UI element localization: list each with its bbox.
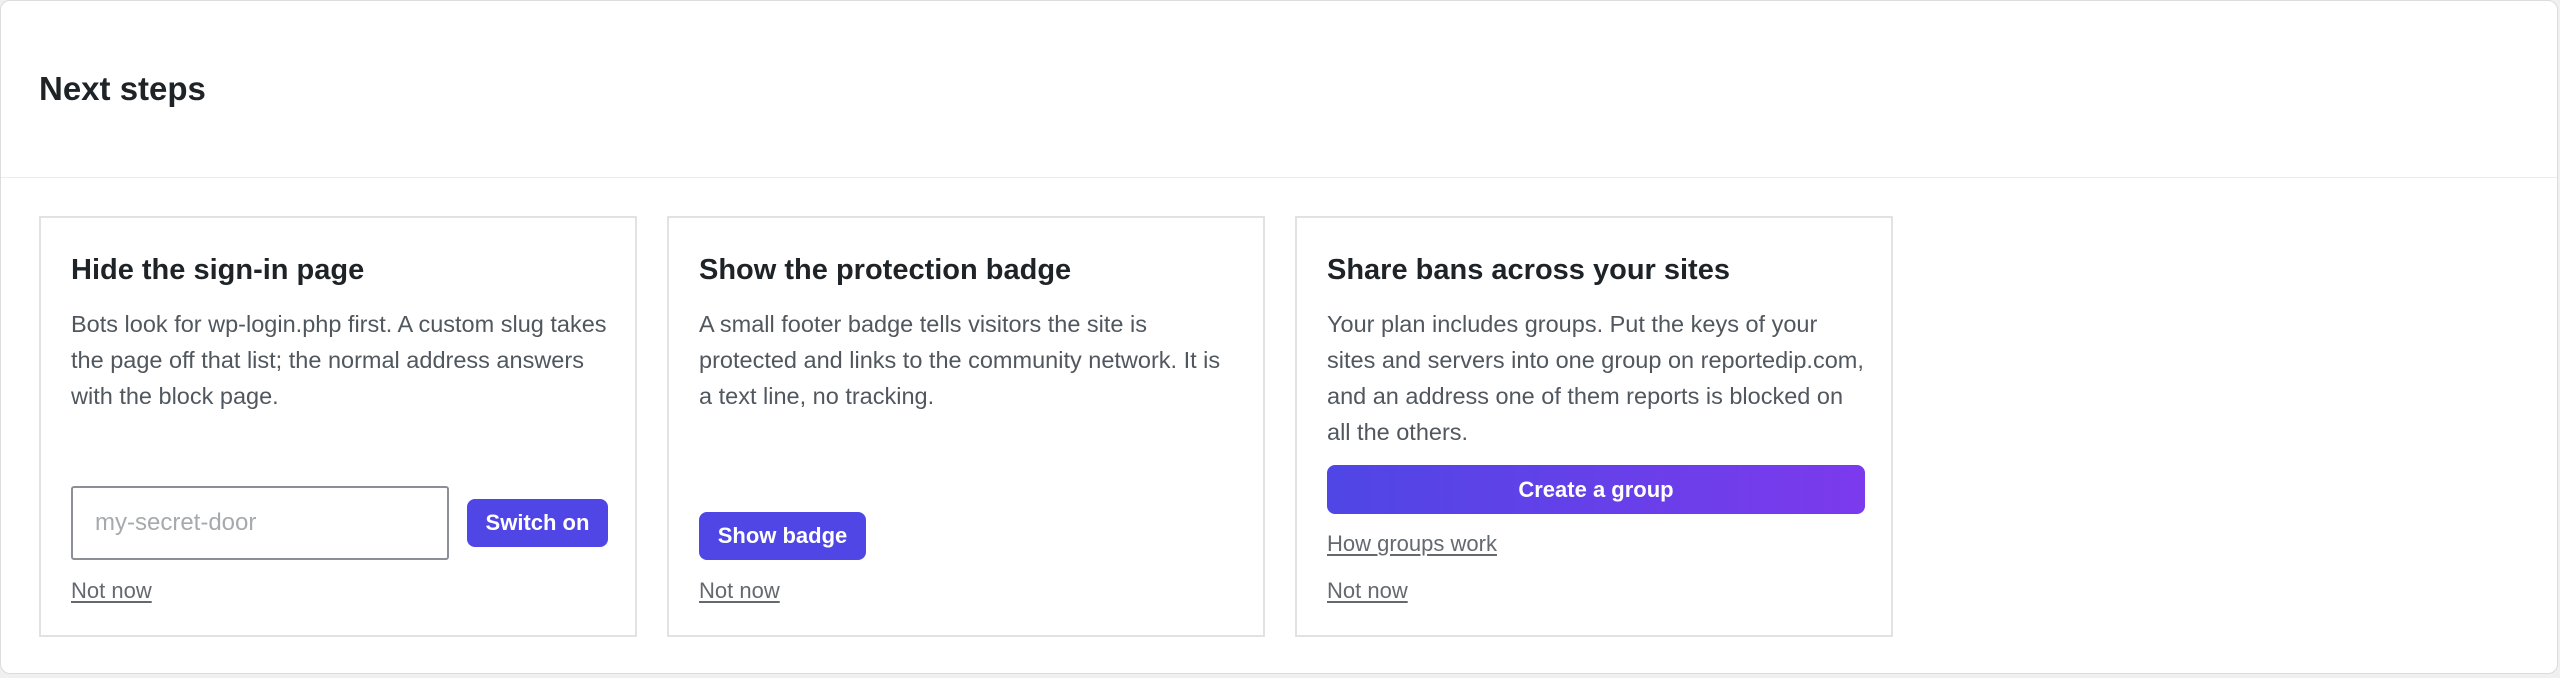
card-description: Your plan includes groups. Put the keys …: [1327, 311, 1864, 445]
card-title: Share bans across your sites: [1327, 254, 1730, 286]
show-badge-button[interactable]: Show badge: [699, 512, 866, 560]
cards-row: Hide the sign-in page Bots look for wp-l…: [39, 216, 1893, 637]
card-description: A small footer badge tells visitors the …: [699, 311, 1221, 409]
page-title: Next steps: [39, 70, 206, 107]
card-hide-sign-in: Hide the sign-in page Bots look for wp-l…: [39, 216, 637, 637]
card-title: Hide the sign-in page: [71, 254, 365, 286]
card-description: Bots look for wp-login.php first. A cust…: [71, 311, 607, 409]
create-group-button[interactable]: Create a group: [1327, 465, 1865, 514]
card-share-bans: Share bans across your sites Your plan i…: [1295, 216, 1893, 637]
card-title: Show the protection badge: [699, 254, 1072, 286]
not-now-link[interactable]: Not now: [699, 578, 780, 604]
not-now-link[interactable]: Not now: [71, 578, 152, 604]
next-steps-panel: Next steps Hide the sign-in page Bots lo…: [0, 0, 2558, 674]
panel-header: Next steps: [1, 1, 2557, 178]
not-now-link[interactable]: Not now: [1327, 578, 1408, 604]
card-protection-badge: Show the protection badge A small footer…: [667, 216, 1265, 637]
how-groups-work-link[interactable]: How groups work: [1327, 531, 1497, 557]
slug-input[interactable]: [71, 486, 449, 560]
switch-on-button[interactable]: Switch on: [467, 499, 608, 547]
